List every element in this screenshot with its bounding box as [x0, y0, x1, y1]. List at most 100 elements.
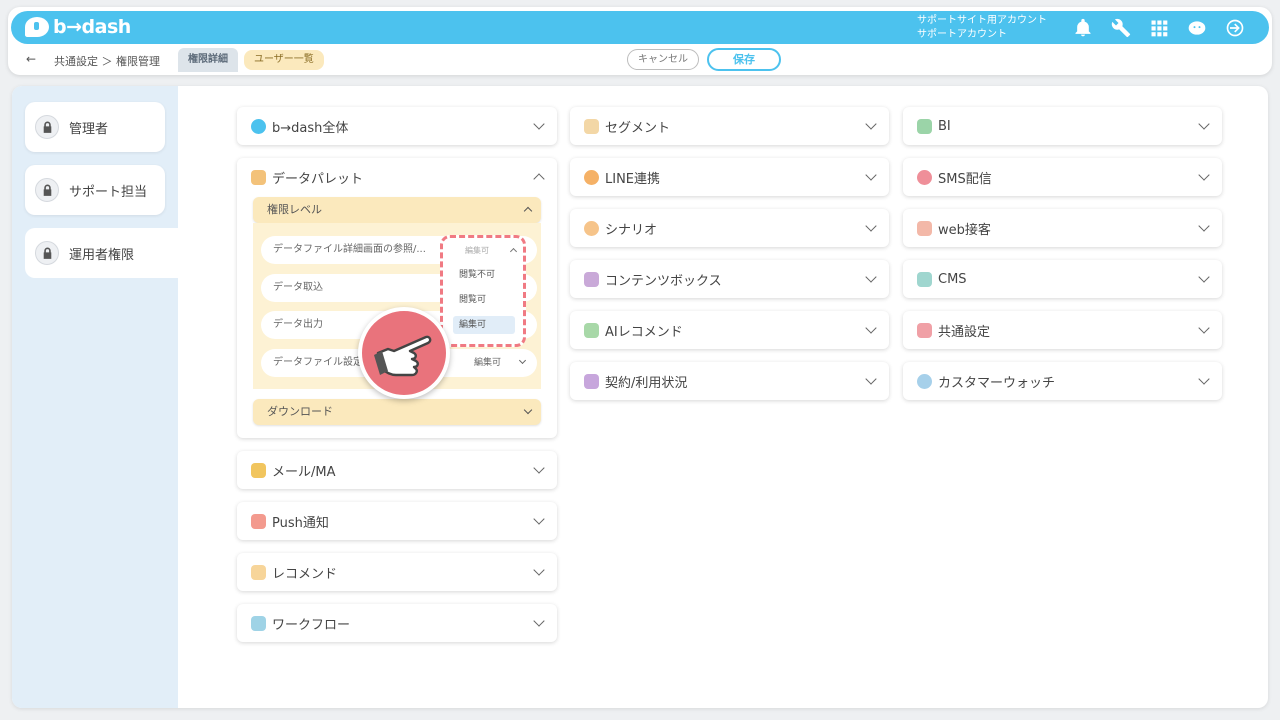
download-header[interactable]: ダウンロード — [253, 399, 541, 425]
palette-icon — [251, 169, 266, 185]
role-item-operator[interactable]: 運用者権限 — [25, 228, 191, 278]
accordion-web-chat[interactable]: web接客 — [903, 209, 1222, 247]
grid-icon[interactable] — [1147, 16, 1171, 40]
accordion-bdash-all[interactable]: b→dash全体 — [237, 107, 557, 145]
accordion-mail-ma[interactable]: メール/MA — [237, 451, 557, 489]
role-label: 管理者 — [69, 121, 109, 137]
accordion-title: SMS配信 — [938, 171, 992, 187]
dropdown-current-value: 編集可 — [465, 246, 489, 255]
accordion-workflow[interactable]: ワークフロー — [237, 604, 557, 642]
mail-icon — [251, 462, 266, 478]
accordion-scenario[interactable]: シナリオ — [570, 209, 889, 247]
bell-icon[interactable] — [1071, 16, 1095, 40]
dropdown-option-selected[interactable]: 編集可 — [453, 316, 515, 334]
accordion-recommend[interactable]: レコメンド — [237, 553, 557, 591]
account-type: サポートアカウント — [917, 29, 1007, 40]
lock-icon — [35, 241, 59, 265]
wrench-icon[interactable] — [1109, 16, 1133, 40]
accordion-title: 共通設定 — [938, 324, 991, 340]
tab-user-list[interactable]: ユーザー一覧 — [244, 50, 324, 70]
accordion-ai-recommend[interactable]: AIレコメンド — [570, 311, 889, 349]
role-item-support[interactable]: サポート担当 — [25, 165, 165, 215]
accordion-header[interactable]: データパレット — [237, 158, 557, 196]
permission-dropdown[interactable]: 編集可 閲覧不可 閲覧可 編集可 — [440, 235, 526, 347]
chevron-down-icon — [523, 405, 533, 415]
accordion-contents-box[interactable]: コンテンツボックス — [570, 260, 889, 298]
accordion-title: CMS — [938, 271, 967, 287]
account-name: サポートサイト用アカウント — [917, 15, 1047, 26]
accordion-title: コンテンツボックス — [605, 273, 722, 289]
top-nav-bar: b→dash サポートサイト用アカウント サポートアカウント — [11, 11, 1269, 44]
permission-label: データファイル設定 — [273, 357, 363, 368]
accordion-title: b→dash全体 — [272, 120, 349, 136]
role-sidebar: 管理者 サポート担当 運用者権限 — [12, 86, 191, 708]
settings-icon — [917, 322, 932, 338]
permission-label: データファイル詳細画面の参照/... — [273, 244, 426, 255]
dropdown-option[interactable]: 閲覧不可 — [453, 266, 515, 284]
accordion-cms[interactable]: CMS — [903, 260, 1222, 298]
pointing-hand-icon — [358, 307, 450, 399]
role-label: 運用者権限 — [69, 247, 135, 263]
scenario-icon — [584, 220, 599, 236]
tab-permission-detail[interactable]: 権限詳細 — [178, 48, 238, 72]
bdash-bird-icon[interactable] — [1185, 16, 1209, 40]
accordion-title: セグメント — [605, 120, 671, 136]
role-item-admin[interactable]: 管理者 — [25, 102, 165, 152]
bdash-logo[interactable]: b→dash — [25, 16, 131, 38]
role-label: サポート担当 — [69, 184, 148, 200]
cancel-button[interactable]: キャンセル — [627, 49, 699, 70]
accordion-title: Push通知 — [272, 515, 329, 531]
search-icon — [917, 373, 932, 389]
sub-toolbar: ← 共通設定 ＞ 権限管理 権限詳細 ユーザー一覧 キャンセル 保存 — [22, 48, 1262, 72]
accordion-line[interactable]: LINE連携 — [570, 158, 889, 196]
accordion-title: カスタマーウォッチ — [938, 375, 1056, 391]
accordion-sms[interactable]: SMS配信 — [903, 158, 1222, 196]
bi-chart-icon — [917, 118, 932, 134]
permission-level-header[interactable]: 権限レベル — [253, 197, 541, 223]
accordion-title: web接客 — [938, 222, 991, 238]
ai-recommend-icon — [584, 322, 599, 338]
accordion-title: LINE連携 — [605, 171, 661, 187]
header-icon-group — [1071, 16, 1247, 40]
web-chat-icon — [917, 220, 932, 236]
lock-icon — [35, 178, 59, 202]
accordion-contract[interactable]: 契約/利用状況 — [570, 362, 889, 400]
contract-icon — [584, 373, 599, 389]
contents-box-icon — [584, 271, 599, 287]
accordion-title: データパレット — [272, 171, 364, 187]
section-title: ダウンロード — [267, 405, 333, 418]
breadcrumb[interactable]: 共通設定 ＞ 権限管理 — [54, 53, 160, 69]
accordion-title: 契約/利用状況 — [605, 375, 688, 391]
logo-text: b→dash — [53, 16, 131, 38]
section-title: 権限レベル — [267, 203, 322, 216]
push-icon — [251, 513, 266, 529]
back-arrow-icon[interactable]: ← — [26, 52, 36, 66]
chevron-up-icon[interactable] — [509, 247, 518, 256]
accordion-bi[interactable]: BI — [903, 107, 1222, 145]
bdash-bird-icon — [251, 118, 266, 134]
accordion-title: BI — [938, 118, 951, 134]
accordion-customer-watch[interactable]: カスタマーウォッチ — [903, 362, 1222, 400]
account-info[interactable]: サポートサイト用アカウント サポートアカウント — [917, 14, 1047, 42]
sms-icon — [917, 169, 932, 185]
chevron-down-icon[interactable] — [518, 356, 527, 365]
accordion-title: メール/MA — [272, 464, 336, 480]
workflow-icon — [251, 615, 266, 631]
logout-icon[interactable] — [1223, 16, 1247, 40]
permission-select[interactable]: 編集可 — [474, 349, 501, 377]
dropdown-option[interactable]: 閲覧可 — [453, 291, 515, 309]
chevron-up-icon — [523, 206, 533, 216]
line-icon — [584, 169, 599, 185]
accordion-common-settings[interactable]: 共通設定 — [903, 311, 1222, 349]
accordion-title: シナリオ — [605, 222, 658, 238]
accordion-segment[interactable]: セグメント — [570, 107, 889, 145]
accordion-push[interactable]: Push通知 — [237, 502, 557, 540]
cms-icon — [917, 271, 932, 287]
accordion-title: AIレコメンド — [605, 324, 683, 340]
accordion-title: レコメンド — [272, 566, 338, 582]
accordion-title: ワークフロー — [272, 617, 351, 633]
lock-icon — [35, 115, 59, 139]
permission-label: データ出力 — [273, 319, 323, 330]
segment-icon — [584, 118, 599, 134]
save-button[interactable]: 保存 — [707, 48, 781, 71]
